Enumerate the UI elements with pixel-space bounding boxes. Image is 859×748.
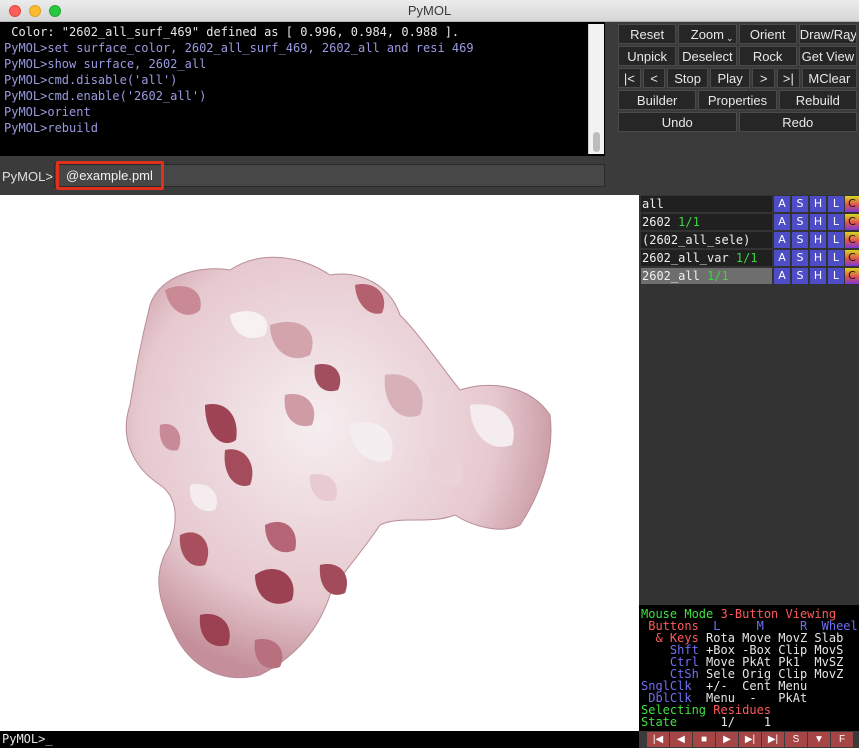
chevron-down-icon: ⌄ xyxy=(846,33,854,43)
show-menu-button[interactable]: S xyxy=(792,250,808,266)
object-row-2602-all-var[interactable]: 2602_all_var 1/1 A S H L C xyxy=(641,250,859,266)
console-line: PyMOL>cmd.disable('all') xyxy=(4,73,178,87)
last-frame-button[interactable]: >| xyxy=(777,68,800,88)
redo-button[interactable]: Redo xyxy=(738,112,857,132)
hide-menu-button[interactable]: H xyxy=(810,196,826,212)
object-name[interactable]: all xyxy=(641,196,772,212)
action-menu-button[interactable]: A xyxy=(774,232,790,248)
play-icon[interactable]: ▶ xyxy=(716,732,738,747)
properties-button[interactable]: Properties xyxy=(698,90,777,110)
output-console: Color: "2602_all_surf_469" defined as [ … xyxy=(0,22,605,156)
console-scrollbar[interactable] xyxy=(588,24,604,154)
label-menu-button[interactable]: L xyxy=(828,268,844,284)
reset-button[interactable]: Reset xyxy=(618,24,677,44)
step-back-icon[interactable]: ◀ xyxy=(670,732,692,747)
playback-controls: |◀ ◀ ■ ▶ ▶| ▶| S ▼ F xyxy=(639,731,859,748)
hide-menu-button[interactable]: H xyxy=(810,268,826,284)
label-menu-button[interactable]: L xyxy=(828,250,844,266)
protein-surface-render xyxy=(125,256,552,679)
undo-button[interactable]: Undo xyxy=(618,112,737,132)
color-menu-button[interactable]: C xyxy=(845,214,859,230)
hide-menu-button[interactable]: H xyxy=(810,214,826,230)
object-row-all[interactable]: all A S H L C xyxy=(641,196,859,212)
action-menu-button[interactable]: A xyxy=(774,196,790,212)
control-buttons: Reset Zoom ⌄ Orient Draw/Ray ⌄ Unpick Dese… xyxy=(618,24,857,134)
label-menu-button[interactable]: L xyxy=(828,196,844,212)
console-scrollbar-thumb[interactable] xyxy=(593,132,600,152)
next-frame-button[interactable]: > xyxy=(752,68,776,88)
hide-menu-button[interactable]: H xyxy=(810,232,826,248)
deselect-button[interactable]: Deselect xyxy=(678,46,737,66)
console-line: PyMOL>set surface_color, 2602_all_surf_4… xyxy=(4,41,474,55)
object-list-panel: all A S H L C 2602 1/1 A S H L C (2602_a… xyxy=(639,195,859,605)
mclear-button[interactable]: MClear xyxy=(801,68,857,88)
orient-button[interactable]: Orient xyxy=(738,24,797,44)
step-forward-icon[interactable]: ▶| xyxy=(739,732,761,747)
play-button[interactable]: Play xyxy=(709,68,751,88)
rebuild-button[interactable]: Rebuild xyxy=(778,90,857,110)
builder-button[interactable]: Builder xyxy=(618,90,697,110)
state-label: State xyxy=(641,715,692,729)
color-menu-button[interactable]: C xyxy=(845,232,859,248)
title-bar: PyMOL xyxy=(0,0,859,22)
window-title: PyMOL xyxy=(407,3,452,18)
show-menu-button[interactable]: S xyxy=(792,214,808,230)
color-menu-button[interactable]: C xyxy=(845,250,859,266)
console-line: Color: "2602_all_surf_469" defined as [ … xyxy=(4,25,460,39)
object-name[interactable]: 2602 1/1 xyxy=(641,214,772,230)
rock-button[interactable]: Rock xyxy=(738,46,797,66)
sequence-toggle-button[interactable]: S xyxy=(785,732,807,747)
first-frame-button[interactable]: |< xyxy=(618,68,641,88)
console-line: PyMOL>cmd.enable('2602_all') xyxy=(4,89,207,103)
action-menu-button[interactable]: A xyxy=(774,268,790,284)
mouse-mode-panel[interactable]: Mouse Mode 3-Button Viewing Buttons L M … xyxy=(639,605,859,731)
console-line: PyMOL>orient xyxy=(4,105,91,119)
rewind-icon[interactable]: |◀ xyxy=(647,732,669,747)
command-input-value[interactable]: @example.pml xyxy=(56,161,164,190)
show-menu-button[interactable]: S xyxy=(792,268,808,284)
show-menu-button[interactable]: S xyxy=(792,232,808,248)
prev-frame-button[interactable]: < xyxy=(642,68,666,88)
molecule-viewport[interactable] xyxy=(0,195,639,731)
object-row-2602[interactable]: 2602 1/1 A S H L C xyxy=(641,214,859,230)
stop-icon[interactable]: ■ xyxy=(693,732,715,747)
chevron-down-icon[interactable]: ▼ xyxy=(808,732,830,747)
stop-button[interactable]: Stop xyxy=(667,68,708,88)
hide-menu-button[interactable]: H xyxy=(810,250,826,266)
fast-forward-icon[interactable]: ▶| xyxy=(762,732,784,747)
action-menu-button[interactable]: A xyxy=(774,214,790,230)
bottom-command-line[interactable]: PyMOL>_ xyxy=(0,731,639,748)
object-name[interactable]: 2602_all 1/1 xyxy=(641,268,772,284)
command-prompt-label: PyMOL> xyxy=(2,169,53,184)
label-menu-button[interactable]: L xyxy=(828,214,844,230)
show-menu-button[interactable]: S xyxy=(792,196,808,212)
object-name[interactable]: (2602_all_sele) xyxy=(641,232,772,248)
action-menu-button[interactable]: A xyxy=(774,250,790,266)
console-line: PyMOL>rebuild xyxy=(4,121,98,135)
get-view-button[interactable]: Get View xyxy=(798,46,857,66)
fullscreen-button[interactable]: F xyxy=(831,732,853,747)
object-row-2602-all[interactable]: 2602_all 1/1 A S H L C xyxy=(641,268,859,284)
state-value: 1/ 1 xyxy=(691,715,772,729)
unpick-button[interactable]: Unpick xyxy=(618,46,677,66)
zoom-button[interactable]: Zoom ⌄ xyxy=(678,24,737,44)
upper-panel: Color: "2602_all_surf_469" defined as [ … xyxy=(0,22,859,195)
draw-ray-button[interactable]: Draw/Ray ⌄ xyxy=(798,24,857,44)
object-row-2602-all-sele[interactable]: (2602_all_sele) A S H L C xyxy=(641,232,859,248)
console-line: PyMOL>show surface, 2602_all xyxy=(4,57,207,71)
color-menu-button[interactable]: C xyxy=(845,196,859,212)
label-menu-button[interactable]: L xyxy=(828,232,844,248)
object-name[interactable]: 2602_all_var 1/1 xyxy=(641,250,772,266)
color-menu-button[interactable]: C xyxy=(845,268,859,284)
chevron-down-icon: ⌄ xyxy=(725,33,734,43)
